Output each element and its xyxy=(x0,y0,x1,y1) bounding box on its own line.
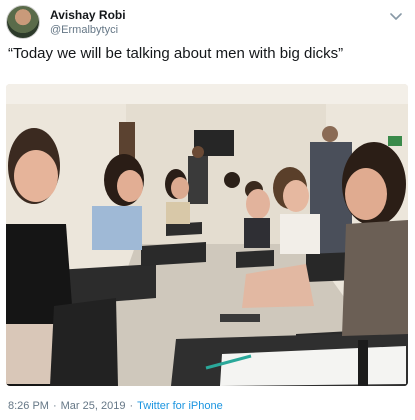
author-handle[interactable]: @Ermalbytyci xyxy=(50,23,126,37)
tweet-footer: 8:26 PM · Mar 25, 2019 · Twitter for iPh… xyxy=(8,400,223,412)
tweet-source-link[interactable]: Twitter for iPhone xyxy=(137,400,223,412)
footer-separator: · xyxy=(52,400,57,412)
footer-separator: · xyxy=(129,400,134,412)
tweet-text: “Today we will be talking about men with… xyxy=(8,45,344,62)
chevron-down-icon[interactable] xyxy=(389,10,403,24)
tweet-header: Avishay Robi @Ermalbytyci xyxy=(6,4,126,40)
tweet-time[interactable]: 8:26 PM xyxy=(8,400,49,412)
avatar[interactable] xyxy=(6,5,40,39)
tweet-date[interactable]: Mar 25, 2019 xyxy=(61,400,126,412)
author-display-name[interactable]: Avishay Robi xyxy=(50,8,126,23)
author-names[interactable]: Avishay Robi @Ermalbytyci xyxy=(50,8,126,37)
tweet-photo[interactable] xyxy=(6,84,408,386)
tweet-card: Avishay Robi @Ermalbytyci “Today we will… xyxy=(0,0,415,420)
